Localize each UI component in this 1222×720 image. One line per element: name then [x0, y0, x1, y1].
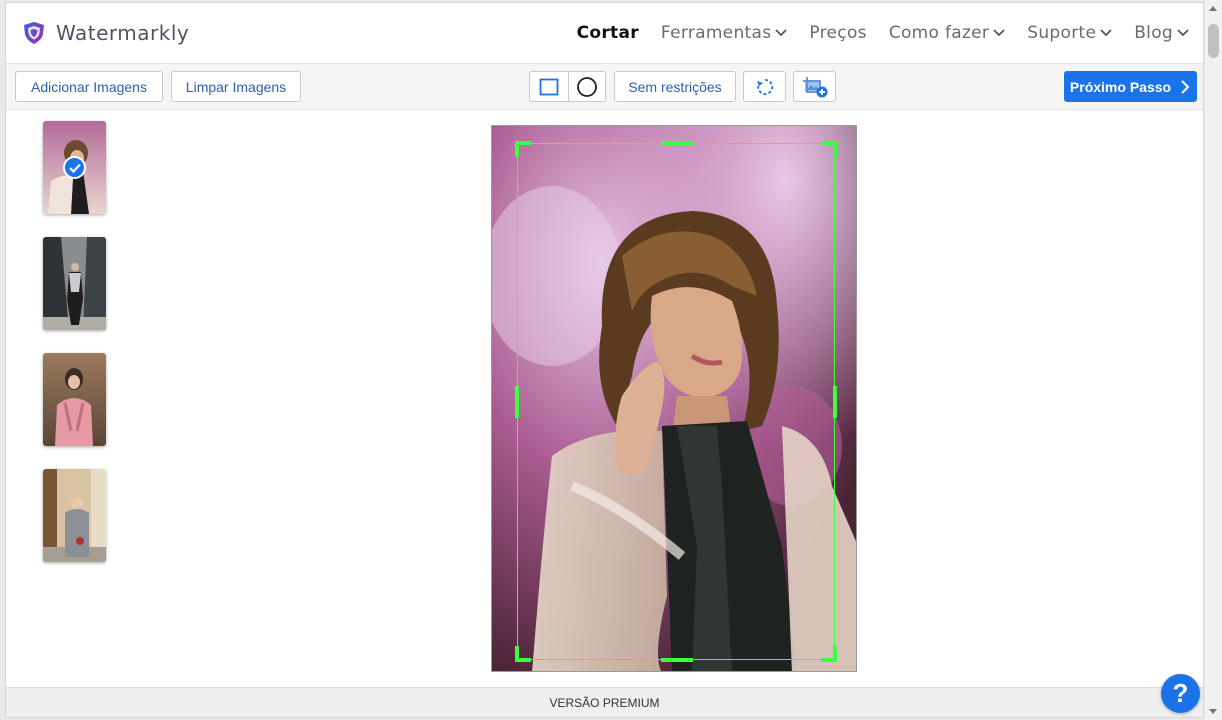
aspect-ratio-button[interactable]: Sem restrições [614, 71, 736, 102]
crop-handle-top[interactable] [661, 141, 693, 145]
shield-logo-icon [24, 22, 44, 44]
next-step-label: Próximo Passo [1069, 78, 1172, 95]
logo[interactable]: Watermarkly [22, 21, 189, 45]
add-crop-area-button[interactable] [793, 71, 836, 102]
page-scrollbar[interactable] [1205, 0, 1222, 720]
add-crop-icon [802, 76, 827, 97]
nav-label: Preços [809, 23, 867, 43]
chevron-down-icon [775, 29, 788, 37]
rotate-button[interactable] [743, 71, 786, 102]
square-shape-icon [539, 78, 559, 95]
thumbnail-3[interactable] [43, 353, 106, 446]
rotate-icon [756, 78, 773, 95]
thumbnail-2[interactable] [43, 237, 106, 330]
nav-blog[interactable]: Blog [1134, 23, 1189, 43]
crop-handle-bottom-left-v[interactable] [515, 646, 519, 662]
nav-suporte[interactable]: Suporte [1027, 23, 1112, 43]
crop-handle-top-right-v[interactable] [833, 141, 837, 157]
nav-label: Suporte [1027, 23, 1097, 43]
thumbnail-4[interactable] [43, 469, 106, 562]
crop-handle-right[interactable] [833, 386, 837, 418]
thumbnail-1[interactable] [43, 121, 106, 214]
chevron-down-icon [993, 29, 1005, 37]
nav-label: Como fazer [888, 23, 990, 43]
scroll-up-arrow-icon[interactable] [1209, 6, 1217, 11]
crop-handle-bottom[interactable] [661, 658, 693, 662]
chevron-right-icon [1181, 79, 1190, 94]
selected-check-icon [63, 156, 86, 179]
app-name: Watermarkly [56, 21, 190, 45]
scroll-down-arrow-icon[interactable] [1209, 709, 1217, 714]
image-canvas[interactable] [491, 125, 857, 672]
circle-shape-icon [576, 76, 597, 97]
chevron-down-icon [1177, 29, 1189, 37]
app-window: Watermarkly Cortar Ferramentas Preços Co… [5, 2, 1204, 718]
nav-cortar[interactable]: Cortar [577, 23, 639, 43]
shape-selector [529, 71, 606, 102]
circle-shape-button[interactable] [567, 72, 606, 101]
help-label: ? [1172, 678, 1189, 708]
thumbnail-image [43, 469, 106, 562]
thumbnail-image [43, 237, 106, 330]
crop-handle-top-left-v[interactable] [515, 141, 519, 157]
crop-handle-bottom-right-v[interactable] [833, 646, 837, 662]
header: Watermarkly Cortar Ferramentas Preços Co… [6, 3, 1203, 63]
clear-images-button[interactable]: Limpar Imagens [171, 71, 301, 102]
nav-label: Blog [1134, 23, 1173, 43]
main-nav: Cortar Ferramentas Preços Como fazer Sup… [577, 23, 1189, 43]
crop-handle-left[interactable] [515, 386, 519, 418]
rectangle-shape-button[interactable] [530, 72, 568, 101]
premium-label: VERSÃO PREMIUM [549, 695, 660, 710]
chevron-down-icon [1100, 29, 1112, 37]
nav-label: Ferramentas [660, 23, 772, 43]
help-button[interactable]: ? [1161, 674, 1200, 713]
thumbnail-image [43, 353, 106, 446]
nav-label: Cortar [576, 23, 639, 43]
scrollbar-thumb[interactable] [1208, 24, 1219, 58]
nav-precos[interactable]: Preços [809, 23, 866, 43]
premium-footer[interactable]: VERSÃO PREMIUM [6, 687, 1203, 717]
next-step-button[interactable]: Próximo Passo [1064, 71, 1197, 102]
nav-como-fazer[interactable]: Como fazer [889, 23, 1005, 43]
toolbar: Adicionar Imagens Limpar Imagens Sem res… [6, 63, 1203, 110]
add-images-button[interactable]: Adicionar Imagens [15, 71, 163, 102]
crop-area[interactable] [515, 141, 837, 662]
nav-ferramentas[interactable]: Ferramentas [660, 23, 788, 43]
